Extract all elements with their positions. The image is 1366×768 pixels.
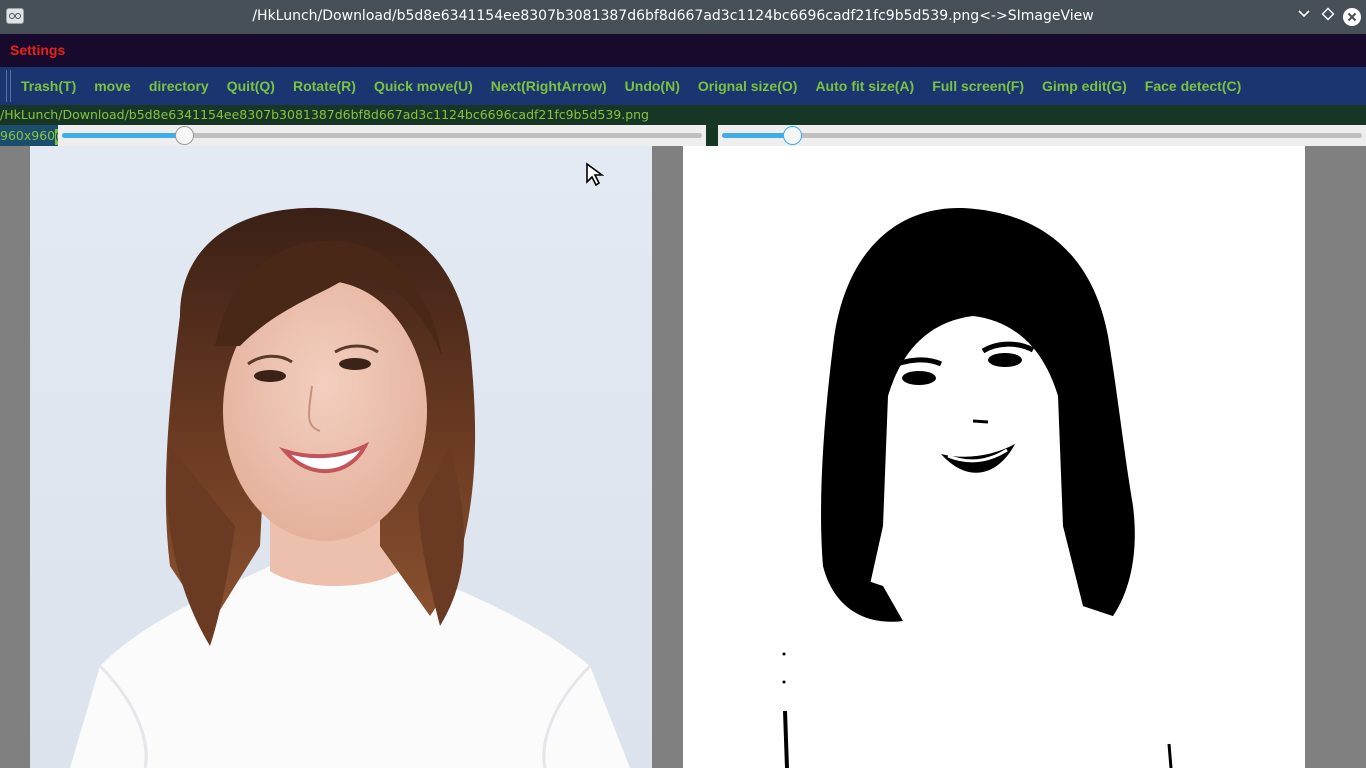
diamond-icon[interactable] xyxy=(1318,7,1338,27)
full-screen-button[interactable]: Full screen(F) xyxy=(923,67,1033,105)
undo-button[interactable]: Undo(N) xyxy=(616,67,689,105)
processed-image-panel[interactable] xyxy=(683,146,1305,768)
threshold-image xyxy=(782,207,1173,768)
image-dimensions: 960x960 xyxy=(0,128,56,143)
portrait-photo xyxy=(70,207,630,768)
slider-track xyxy=(722,133,1362,138)
quick-move-button[interactable]: Quick move(U) xyxy=(365,67,482,105)
face-detect-button[interactable]: Face detect(C) xyxy=(1136,67,1250,105)
slider-fill xyxy=(722,133,793,138)
slider-handle[interactable] xyxy=(174,126,194,145)
toolbar-grip-handle[interactable] xyxy=(6,70,11,102)
original-size-button[interactable]: Orignal size(O) xyxy=(689,67,807,105)
rotate-button[interactable]: Rotate(R) xyxy=(284,67,365,105)
window-title: /HkLunch/Download/b5d8e6341154ee8307b308… xyxy=(252,8,1094,24)
left-threshold-slider[interactable] xyxy=(58,125,706,146)
gimp-edit-button[interactable]: Gimp edit(G) xyxy=(1033,67,1136,105)
toolbar: Trash(T) move directory Quit(Q) Rotate(R… xyxy=(0,67,1366,105)
trash-button[interactable]: Trash(T) xyxy=(12,67,85,105)
next-button[interactable]: Next(RightArrow) xyxy=(482,67,616,105)
quit-button[interactable]: Quit(Q) xyxy=(218,67,284,105)
file-path: /HkLunch/Download/b5d8e6341154ee8307b308… xyxy=(0,107,649,122)
mouse-pointer-icon xyxy=(586,162,604,187)
settings-menu[interactable]: Settings xyxy=(10,42,65,58)
auto-fit-size-button[interactable]: Auto fit size(A) xyxy=(806,67,923,105)
slider-bar: 960x9600 xyxy=(0,125,1366,146)
menubar: Settings xyxy=(0,34,1366,67)
toolbar-buttons: Trash(T) move directory Quit(Q) Rotate(R… xyxy=(12,67,1250,105)
file-path-bar: /HkLunch/Download/b5d8e6341154ee8307b308… xyxy=(0,105,1366,125)
original-image-panel[interactable] xyxy=(30,146,652,768)
directory-button[interactable]: directory xyxy=(140,67,218,105)
slider-handle[interactable] xyxy=(783,126,803,145)
image-dimensions-field[interactable]: 960x9600 xyxy=(0,125,63,146)
close-circle-icon[interactable] xyxy=(1342,7,1362,27)
move-button[interactable]: move xyxy=(85,67,140,105)
window-titlebar[interactable]: /HkLunch/Download/b5d8e6341154ee8307b308… xyxy=(0,0,1366,34)
chevron-down-icon[interactable] xyxy=(1294,7,1314,27)
glasses-icon xyxy=(6,8,24,24)
right-threshold-slider[interactable] xyxy=(718,125,1366,146)
slider-fill xyxy=(62,133,184,138)
